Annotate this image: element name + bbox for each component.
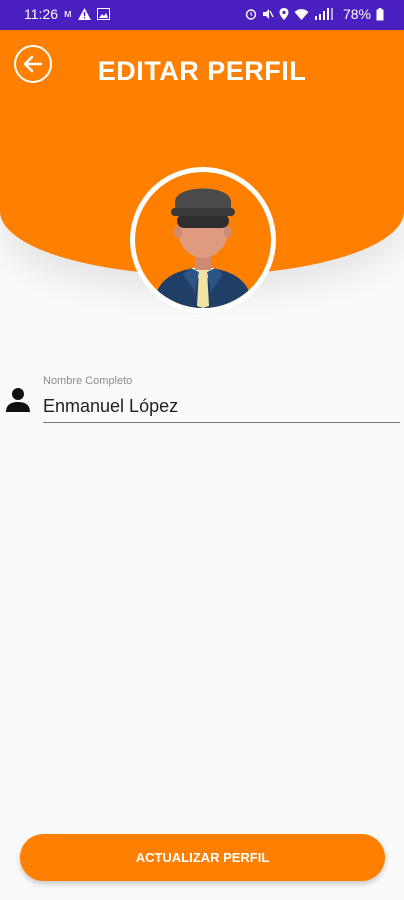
wifi-icon bbox=[294, 9, 309, 20]
battery-icon bbox=[376, 7, 384, 20]
warning-icon bbox=[77, 8, 91, 20]
status-bar: 11:26 ᴍ 78% bbox=[0, 0, 404, 30]
page-title: EDITAR PERFIL bbox=[97, 56, 307, 86]
alarm-icon bbox=[245, 9, 257, 20]
avatar-illustration bbox=[135, 172, 271, 308]
name-field[interactable]: Enmanuel López bbox=[43, 396, 400, 423]
signal-icon bbox=[314, 8, 333, 20]
battery-percent: 78% bbox=[342, 6, 371, 22]
name-field-label: Nombre Completo bbox=[43, 375, 133, 387]
person-icon bbox=[6, 388, 30, 412]
image-icon bbox=[96, 8, 110, 20]
location-icon bbox=[279, 8, 289, 20]
status-time: 11:26 bbox=[24, 6, 58, 22]
update-profile-button[interactable]: ACTUALIZAR PERFIL bbox=[20, 834, 385, 881]
mute-icon bbox=[262, 9, 274, 19]
m-icon: ᴍ bbox=[64, 8, 72, 20]
avatar[interactable] bbox=[130, 167, 276, 313]
